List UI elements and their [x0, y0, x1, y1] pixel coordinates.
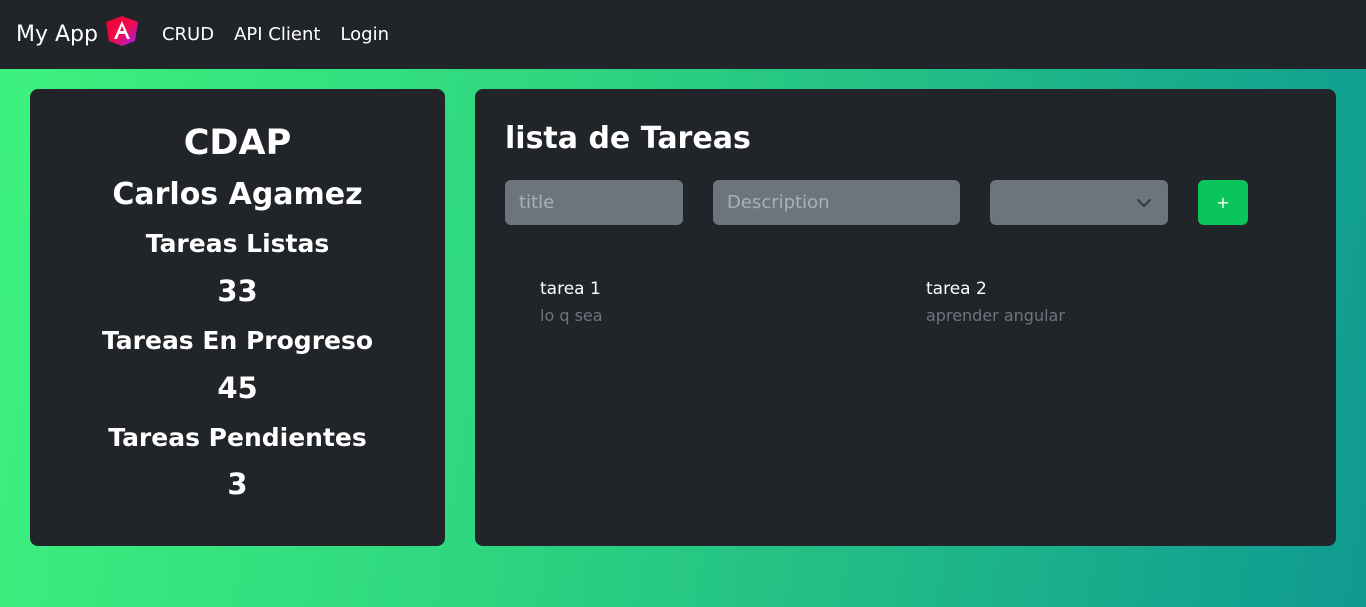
- navbar: My App CRUD API Client Login: [0, 0, 1366, 69]
- task-item[interactable]: tarea 1 lo q sea: [540, 279, 870, 325]
- user-name: Carlos Agamez: [112, 177, 363, 212]
- brand[interactable]: My App: [16, 15, 140, 47]
- profile-card: CDAP Carlos Agamez Tareas Listas 33 Tare…: [30, 89, 445, 546]
- title-input[interactable]: [505, 180, 683, 225]
- add-task-button[interactable]: +: [1198, 180, 1248, 225]
- task-title: tarea 1: [540, 279, 601, 299]
- stat-value-in-progress: 45: [217, 371, 258, 405]
- task-description: lo q sea: [540, 306, 603, 325]
- stat-value-done: 33: [217, 274, 258, 308]
- status-select[interactable]: [990, 180, 1168, 225]
- org-name: CDAP: [183, 123, 292, 163]
- stat-label-pending: Tareas Pendientes: [108, 423, 367, 452]
- nav-link-login[interactable]: Login: [340, 24, 389, 45]
- tasks-title: lista de Tareas: [505, 121, 751, 156]
- angular-logo-icon: [105, 15, 138, 46]
- brand-name: My App: [16, 22, 98, 47]
- tasks-card: lista de Tareas + tarea 1 lo q sea tarea…: [475, 89, 1336, 546]
- nav-link-api-client[interactable]: API Client: [234, 24, 320, 45]
- chevron-down-icon: [1137, 198, 1151, 207]
- stat-label-in-progress: Tareas En Progreso: [101, 326, 374, 355]
- task-title: tarea 2: [926, 279, 987, 299]
- description-input[interactable]: [713, 180, 960, 225]
- task-item[interactable]: tarea 2 aprender angular: [926, 279, 1256, 325]
- task-description: aprender angular: [926, 306, 1065, 325]
- stat-value-pending: 3: [227, 467, 248, 501]
- nav-link-crud[interactable]: CRUD: [162, 24, 214, 45]
- stat-label-done: Tareas Listas: [145, 229, 330, 258]
